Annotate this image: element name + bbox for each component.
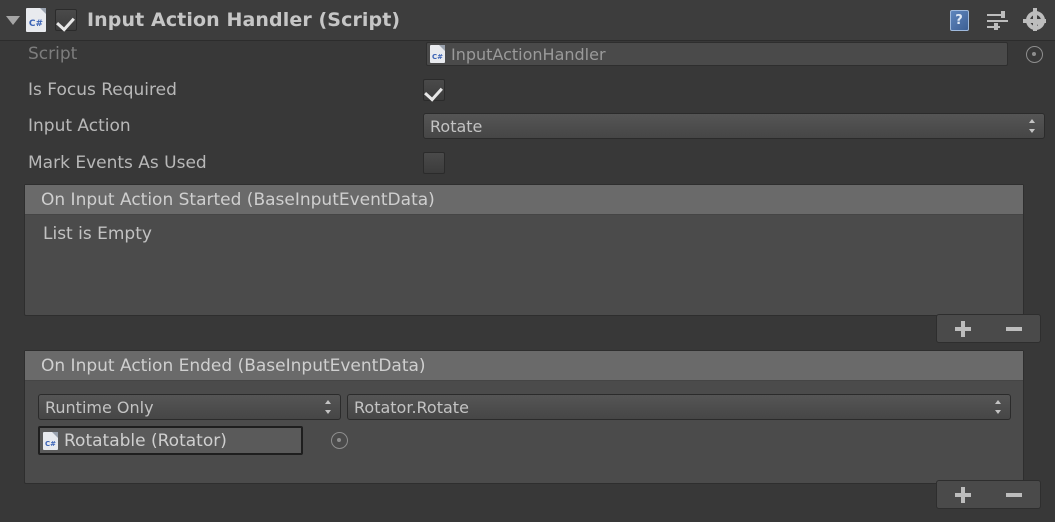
event-header-started[interactable]: On Input Action Started (BaseInputEventD… <box>25 185 1023 215</box>
add-listener-button-started[interactable] <box>937 315 989 342</box>
is-focus-required-checkbox[interactable] <box>423 79 445 101</box>
event-body-started: List is Empty <box>25 215 1023 315</box>
csharp-icon-label: C# <box>44 439 56 448</box>
event-list-buttons-ended <box>936 480 1041 509</box>
listener-mode-dropdown[interactable]: Runtime Only <box>38 394 341 420</box>
updown-arrows-icon <box>994 400 1003 414</box>
component-enabled-checkbox[interactable] <box>55 9 77 31</box>
updown-arrows-icon <box>324 400 333 414</box>
property-row-is-focus-required: Is Focus Required <box>0 72 1055 108</box>
foldout-toggle[interactable] <box>0 0 26 41</box>
add-listener-button-ended[interactable] <box>937 481 989 508</box>
csharp-icon-label: C# <box>431 53 443 61</box>
property-row-input-action: Input Action Rotate <box>0 108 1055 144</box>
mark-events-as-used-checkbox[interactable] <box>423 152 445 174</box>
property-label-mark-events-as-used: Mark Events As Used <box>28 153 207 173</box>
csharp-file-icon: C# <box>430 45 445 63</box>
event-panel-on-input-action-started: On Input Action Started (BaseInputEventD… <box>24 184 1024 316</box>
presets-button[interactable] <box>985 9 1009 33</box>
listener-function-dropdown[interactable]: Rotator.Rotate <box>347 394 1011 420</box>
property-label-script: Script <box>28 44 78 64</box>
chevron-down-icon <box>1035 23 1044 28</box>
event-list-buttons-started <box>936 314 1041 343</box>
property-row-mark-events-as-used: Mark Events As Used <box>0 145 1055 181</box>
event-title-ended: On Input Action Ended (BaseInputEventDat… <box>41 355 426 376</box>
input-action-dropdown[interactable]: Rotate <box>423 113 1045 139</box>
script-object-field[interactable]: C# InputActionHandler <box>426 42 1008 66</box>
component-header[interactable]: C# Input Action Handler (Script) <box>0 0 1055 41</box>
csharp-file-icon: C# <box>43 431 58 450</box>
listener-target-object-field[interactable]: C# Rotatable (Rotator) <box>38 426 303 455</box>
preset-sliders-icon <box>986 10 1008 30</box>
event-panel-on-input-action-ended: On Input Action Ended (BaseInputEventDat… <box>24 350 1024 484</box>
help-button[interactable] <box>947 9 971 33</box>
csharp-file-icon: C# <box>26 8 46 32</box>
event-empty-message: List is Empty <box>43 224 152 244</box>
property-label-input-action: Input Action <box>28 116 131 136</box>
listener-function-value: Rotator.Rotate <box>354 397 469 417</box>
csharp-icon-label: C# <box>28 19 44 29</box>
input-action-value: Rotate <box>430 116 483 136</box>
gear-icon <box>1022 8 1046 31</box>
remove-listener-button-started[interactable] <box>989 315 1041 342</box>
listener-target-value: Rotatable (Rotator) <box>64 430 227 451</box>
settings-button[interactable] <box>1022 8 1047 33</box>
script-object-value: InputActionHandler <box>451 44 606 64</box>
object-picker-icon[interactable] <box>1026 46 1043 63</box>
property-label-is-focus-required: Is Focus Required <box>28 80 177 100</box>
updown-arrows-icon <box>1028 119 1037 133</box>
event-title-started: On Input Action Started (BaseInputEventD… <box>41 189 435 210</box>
listener-mode-value: Runtime Only <box>45 397 154 417</box>
component-title: Input Action Handler (Script) <box>87 9 401 31</box>
triangle-down-icon <box>6 15 20 25</box>
object-picker-icon[interactable] <box>331 432 348 449</box>
event-body-ended: Runtime Only Rotator.Rotate C# Rotatable… <box>25 381 1023 483</box>
event-header-ended[interactable]: On Input Action Ended (BaseInputEventDat… <box>25 351 1023 381</box>
header-icon-group <box>947 0 1047 41</box>
property-row-script: Script C# InputActionHandler <box>0 36 1055 72</box>
unity-inspector-panel: C# Input Action Handler (Script) Script <box>0 0 1055 522</box>
help-book-icon <box>949 10 969 31</box>
remove-listener-button-ended[interactable] <box>989 481 1041 508</box>
